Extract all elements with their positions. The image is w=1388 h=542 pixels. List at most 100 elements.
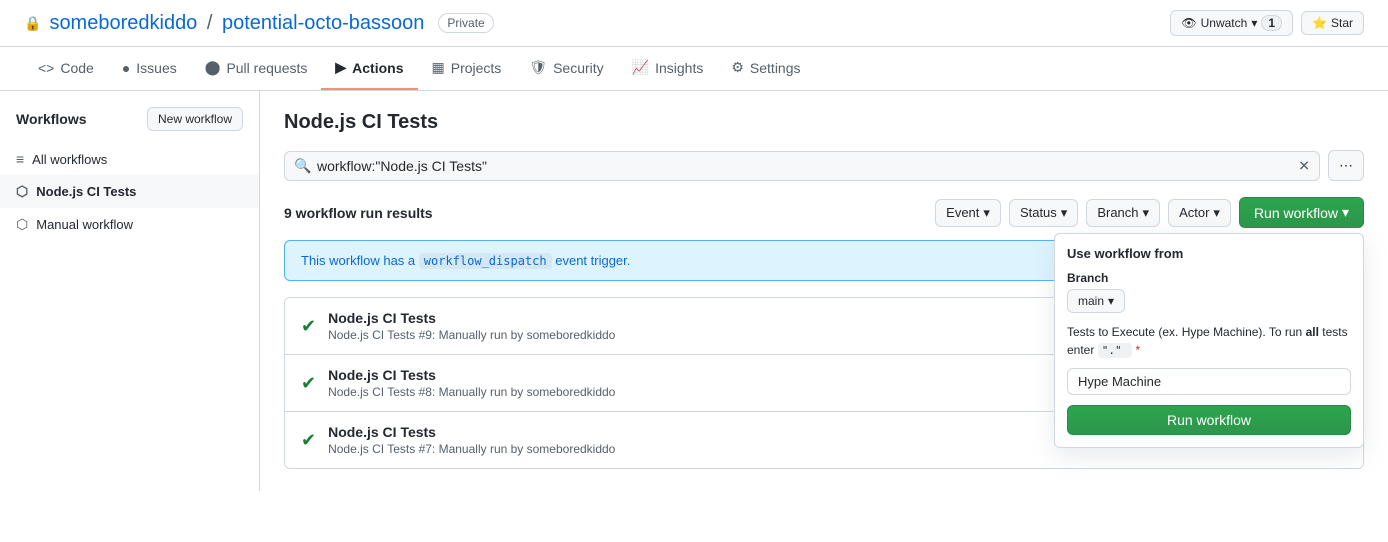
branch-caret-icon: ▾ (1143, 205, 1150, 221)
run-workflow-label: Run workflow (1254, 205, 1338, 221)
event-caret-icon: ▾ (983, 205, 990, 221)
search-input-wrap: 🔍 ✕ (284, 151, 1320, 181)
projects-icon: ▦ (432, 59, 445, 76)
sidebar-item-all-workflows[interactable]: ≡ All workflows (0, 143, 259, 175)
status-success-icon: ✔ (301, 430, 316, 451)
nodejs-ci-icon: ⬡ (16, 183, 28, 200)
required-star: * (1136, 343, 1141, 357)
new-workflow-button[interactable]: New workflow (147, 107, 243, 131)
repo-header: 🔒 someboredkiddo / potential-octo-bassoo… (0, 0, 1388, 47)
results-count: 9 workflow run results (284, 205, 433, 221)
run-popup-desc-before: Tests to Execute (ex. Hype Machine). To … (1067, 325, 1302, 339)
tab-actions[interactable]: ▶ Actions (321, 47, 417, 90)
sidebar-item-all-workflows-label: All workflows (32, 152, 107, 167)
manual-workflow-icon: ⬡ (16, 216, 28, 233)
run-popup-input[interactable] (1067, 368, 1351, 395)
actions-icon: ▶ (335, 59, 346, 76)
branch-label: Branch (1067, 271, 1351, 285)
run-popup-title: Use workflow from (1067, 246, 1351, 261)
tab-projects[interactable]: ▦ Projects (418, 47, 516, 90)
event-filter[interactable]: Event ▾ (935, 199, 1001, 227)
star-button[interactable]: ⭐ Star (1301, 11, 1364, 35)
status-filter-label: Status (1020, 205, 1057, 220)
code-icon: <> (38, 60, 54, 76)
branch-filter[interactable]: Branch ▾ (1086, 199, 1160, 227)
actor-filter[interactable]: Actor ▾ (1168, 199, 1231, 227)
sidebar-item-manual-workflow-label: Manual workflow (36, 217, 133, 232)
pull-requests-icon: ⬤ (205, 59, 221, 76)
search-input[interactable] (284, 151, 1320, 181)
run-workflow-button[interactable]: Run workflow ▾ (1239, 197, 1364, 228)
tab-settings[interactable]: ⚙ Settings (717, 47, 814, 90)
issues-icon: ● (122, 60, 130, 76)
tab-security-label: Security (553, 60, 604, 76)
trigger-info-code: workflow_dispatch (419, 253, 552, 269)
eye-icon: 👁 (1181, 16, 1196, 30)
main-content: Node.js CI Tests 🔍 ✕ ⋯ 9 workflow run re… (260, 91, 1388, 491)
tab-code[interactable]: <> Code (24, 48, 108, 90)
repo-owner-link[interactable]: someboredkiddo (49, 12, 197, 34)
repo-path: someboredkiddo / potential-octo-bassoon (49, 12, 424, 35)
actor-caret-icon: ▾ (1213, 205, 1220, 221)
tab-security[interactable]: 🛡 Security (515, 47, 617, 90)
watch-label: Unwatch (1201, 16, 1248, 30)
sidebar: Workflows New workflow ≡ All workflows ⬡… (0, 91, 260, 491)
status-success-icon: ✔ (301, 316, 316, 337)
run-popup-desc-all: all (1306, 325, 1319, 339)
sidebar-item-nodejs-ci-label: Node.js CI Tests (36, 184, 136, 199)
star-icon: ⭐ (1312, 16, 1327, 30)
tab-issues-label: Issues (136, 60, 176, 76)
run-popup-submit-button[interactable]: Run workflow (1067, 405, 1351, 435)
branch-caret-icon: ▾ (1108, 294, 1114, 308)
insights-icon: 📈 (632, 59, 649, 76)
branch-filter-label: Branch (1097, 205, 1138, 220)
watch-count: 1 (1261, 15, 1282, 31)
sidebar-title: Workflows (16, 111, 87, 127)
tab-insights[interactable]: 📈 Insights (618, 47, 718, 90)
all-workflows-icon: ≡ (16, 151, 24, 167)
tab-insights-label: Insights (655, 60, 703, 76)
search-clear-icon[interactable]: ✕ (1298, 157, 1310, 174)
run-workflow-wrap: Run workflow ▾ Use workflow from Branch … (1239, 197, 1364, 228)
results-header: 9 workflow run results Event ▾ Status ▾ … (284, 197, 1364, 228)
sidebar-item-nodejs-ci[interactable]: ⬡ Node.js CI Tests (0, 175, 259, 208)
run-workflow-caret-icon: ▾ (1342, 204, 1349, 221)
lock-icon: 🔒 (24, 15, 41, 32)
star-label: Star (1331, 16, 1353, 30)
watch-caret-icon: ▾ (1251, 16, 1257, 30)
tab-issues[interactable]: ● Issues (108, 48, 191, 90)
page-title: Node.js CI Tests (284, 111, 1364, 134)
actor-filter-label: Actor (1179, 205, 1209, 220)
tab-pull-requests[interactable]: ⬤ Pull requests (191, 47, 322, 90)
search-bar: 🔍 ✕ ⋯ (284, 150, 1364, 181)
settings-icon: ⚙ (731, 59, 744, 76)
filter-group: Event ▾ Status ▾ Branch ▾ Actor ▾ R (935, 197, 1364, 228)
branch-select[interactable]: main ▾ (1067, 289, 1125, 313)
repo-slash: / (207, 12, 213, 34)
main-layout: Workflows New workflow ≡ All workflows ⬡… (0, 91, 1388, 491)
nav-tabs: <> Code ● Issues ⬤ Pull requests ▶ Actio… (0, 47, 1388, 91)
trigger-info-before: This workflow has a (301, 253, 415, 268)
watch-button[interactable]: 👁 Unwatch ▾ 1 (1170, 10, 1293, 36)
tab-settings-label: Settings (750, 60, 801, 76)
search-icon: 🔍 (294, 157, 311, 174)
run-popup-description: Tests to Execute (ex. Hype Machine). To … (1067, 323, 1351, 360)
tab-pull-requests-label: Pull requests (226, 60, 307, 76)
repo-name-link[interactable]: potential-octo-bassoon (222, 12, 424, 34)
repo-action-buttons: 👁 Unwatch ▾ 1 ⭐ Star (1170, 10, 1364, 36)
status-caret-icon: ▾ (1061, 205, 1068, 221)
tab-code-label: Code (60, 60, 93, 76)
sidebar-item-manual-workflow[interactable]: ⬡ Manual workflow (0, 208, 259, 241)
run-popup-code: "." (1098, 343, 1133, 358)
sidebar-header: Workflows New workflow (0, 107, 259, 143)
branch-value: main (1078, 294, 1104, 308)
tab-projects-label: Projects (451, 60, 502, 76)
trigger-info-after: event trigger. (555, 253, 630, 268)
visibility-badge: Private (438, 13, 493, 33)
status-filter[interactable]: Status ▾ (1009, 199, 1078, 227)
status-success-icon: ✔ (301, 373, 316, 394)
filter-button[interactable]: ⋯ (1328, 150, 1364, 181)
security-icon: 🛡 (529, 59, 547, 76)
tab-actions-label: Actions (352, 60, 403, 76)
run-workflow-popup: Use workflow from Branch main ▾ Tests to… (1054, 233, 1364, 448)
